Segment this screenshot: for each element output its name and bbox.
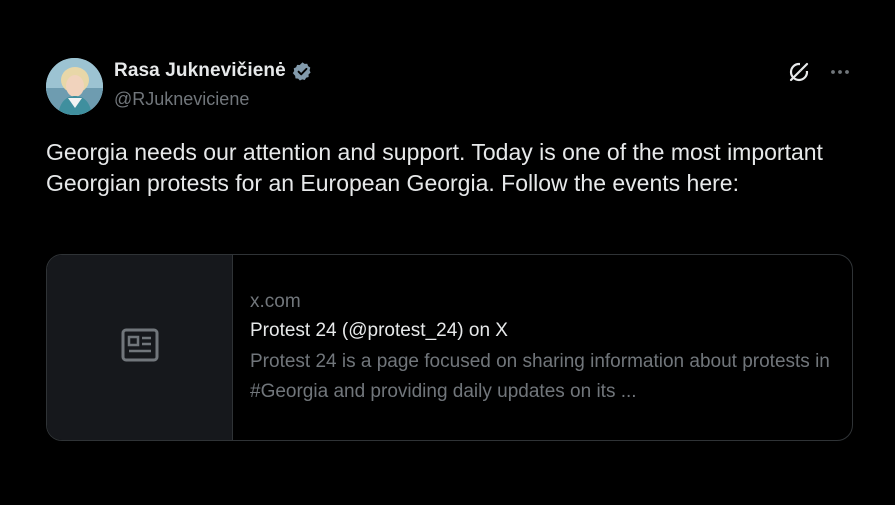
link-card-thumbnail <box>47 255 233 440</box>
author-handle[interactable]: @RJukneviciene <box>114 89 249 110</box>
name-row: Rasa Juknevičienė <box>114 60 313 82</box>
grok-icon[interactable] <box>787 60 811 89</box>
more-icon[interactable] <box>829 61 851 88</box>
link-card-body: x.com Protest 24 (@protest_24) on X Prot… <box>233 255 852 440</box>
link-card-title: Protest 24 (@protest_24) on X <box>250 320 508 341</box>
tweet-text: Georgia needs our attention and support.… <box>46 139 823 196</box>
top-actions <box>787 60 851 89</box>
article-icon <box>121 328 159 367</box>
link-card[interactable]: x.com Protest 24 (@protest_24) on X Prot… <box>46 254 853 441</box>
link-card-domain: x.com <box>250 291 301 312</box>
tweet: Rasa Juknevičienė @RJukneviciene Georgia… <box>0 0 895 505</box>
avatar-image <box>46 58 103 115</box>
display-name[interactable]: Rasa Juknevičienė <box>114 60 286 82</box>
verified-badge-icon <box>292 61 313 82</box>
avatar[interactable] <box>46 58 103 115</box>
link-card-description: Protest 24 is a page focused on sharing … <box>250 351 830 402</box>
